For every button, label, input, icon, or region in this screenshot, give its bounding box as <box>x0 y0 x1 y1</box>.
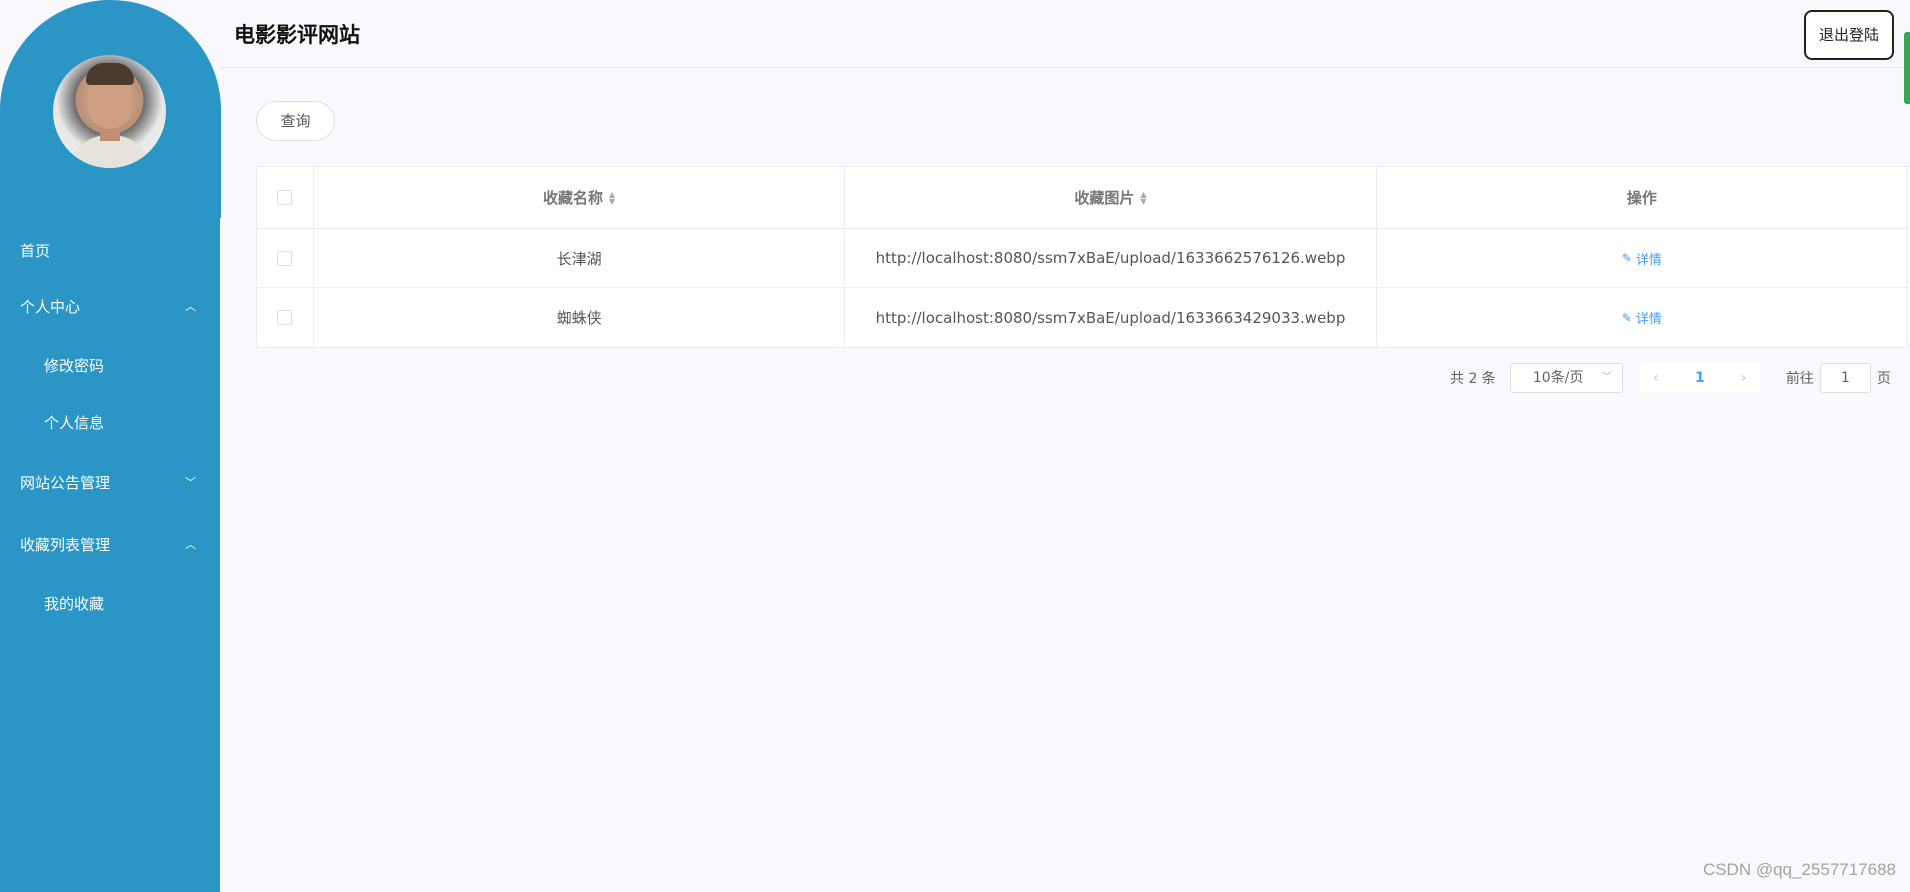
goto-label: 前往 <box>1785 371 1814 387</box>
sidebar-item-label: 个人信息 <box>44 414 105 432</box>
chevron-down-icon: ﹀ <box>185 476 196 489</box>
prev-page-button[interactable]: ‹ <box>1640 363 1672 393</box>
sidebar-item-personal-center[interactable]: 个人中心 ︿ <box>0 276 220 338</box>
page-suffix: 页 <box>1876 371 1891 387</box>
goto-page-input[interactable] <box>1819 363 1871 393</box>
table-row: 蜘蛛侠 http://localhost:8080/ssm7xBaE/uploa… <box>257 288 1907 347</box>
query-button[interactable]: 查询 <box>256 101 335 141</box>
pagination: 共 2 条 10条/页 ﹀ ‹ 1 › 前往 页 <box>1450 363 1891 393</box>
page-size-select[interactable]: 10条/页 ﹀ <box>1509 363 1623 393</box>
sidebar-item-favorites-management[interactable]: 收藏列表管理 ︿ <box>0 514 220 576</box>
total-count: 共 2 条 <box>1450 371 1496 387</box>
sidebar-item-profile[interactable]: 个人信息 <box>0 395 220 452</box>
detail-link[interactable]: ✎ 详情 <box>1622 249 1662 268</box>
column-header-actions: 操作 <box>1626 189 1657 207</box>
sidebar-item-label: 收藏列表管理 <box>20 536 111 554</box>
detail-link[interactable]: ✎ 详情 <box>1621 308 1662 328</box>
avatar <box>53 55 166 168</box>
sidebar-header <box>0 0 221 218</box>
side-scroll-tab[interactable] <box>1904 32 1910 104</box>
cell-image-url: http://localhost:8080/ssm7xBaE/upload/16… <box>845 229 1377 287</box>
sidebar-item-announcements[interactable]: 网站公告管理 ﹀ <box>0 452 220 514</box>
watermark: CSDN @qq_2557717688 <box>1702 860 1896 879</box>
favorites-table: 收藏名称 ▲ ▼ 收藏图片 ▲ ▼ 操作 长津湖 http://localhost:… <box>256 166 1908 348</box>
sidebar-item-label: 网站公告管理 <box>20 474 111 492</box>
sidebar-item-label: 个人中心 <box>20 298 81 316</box>
chevron-up-icon: ︿ <box>185 300 196 313</box>
cell-name: 蜘蛛侠 <box>314 288 846 347</box>
sidebar-item-label: 修改密码 <box>44 357 105 375</box>
sidebar-item-label: 首页 <box>20 242 51 260</box>
sidebar-item-change-password[interactable]: 修改密码 <box>0 338 220 395</box>
row-checkbox[interactable] <box>277 250 293 266</box>
logout-button[interactable]: 退出登陆 <box>1804 10 1894 60</box>
pager: ‹ 1 › <box>1639 363 1760 393</box>
sidebar-item-home[interactable]: 首页 <box>0 226 220 276</box>
sidebar-item-label: 我的收藏 <box>44 595 105 613</box>
edit-icon: ✎ <box>1621 310 1632 325</box>
table-header-row: 收藏名称 ▲ ▼ 收藏图片 ▲ ▼ 操作 <box>257 167 1907 229</box>
sidebar-item-my-favorites[interactable]: 我的收藏 <box>0 576 220 633</box>
column-header-name[interactable]: 收藏名称 ▲ ▼ <box>314 167 846 228</box>
cell-image-url: http://localhost:8080/ssm7xBaE/upload/16… <box>845 288 1377 347</box>
edit-icon: ✎ <box>1621 251 1632 265</box>
chevron-down-icon: ﹀ <box>1601 372 1612 383</box>
chevron-up-icon: ︿ <box>185 538 196 551</box>
select-all-checkbox[interactable] <box>277 190 293 205</box>
top-header: 电影影评网站 退出登陆 <box>220 0 1910 68</box>
page-title: 电影影评网站 <box>234 23 360 47</box>
page-number[interactable]: 1 <box>1672 363 1728 393</box>
sidebar-menu: 首页 个人中心 ︿ 修改密码 个人信息 网站公告管理 ﹀ 收藏列表管理 ︿ 我的… <box>0 226 220 633</box>
next-page-button[interactable]: › <box>1728 363 1760 393</box>
sort-icon[interactable]: ▲ ▼ <box>1140 190 1146 205</box>
column-header-image[interactable]: 收藏图片 ▲ ▼ <box>845 167 1377 228</box>
sort-icon[interactable]: ▲ ▼ <box>609 190 615 205</box>
row-checkbox[interactable] <box>277 310 293 325</box>
cell-name: 长津湖 <box>314 229 846 287</box>
table-row: 长津湖 http://localhost:8080/ssm7xBaE/uploa… <box>257 229 1907 288</box>
